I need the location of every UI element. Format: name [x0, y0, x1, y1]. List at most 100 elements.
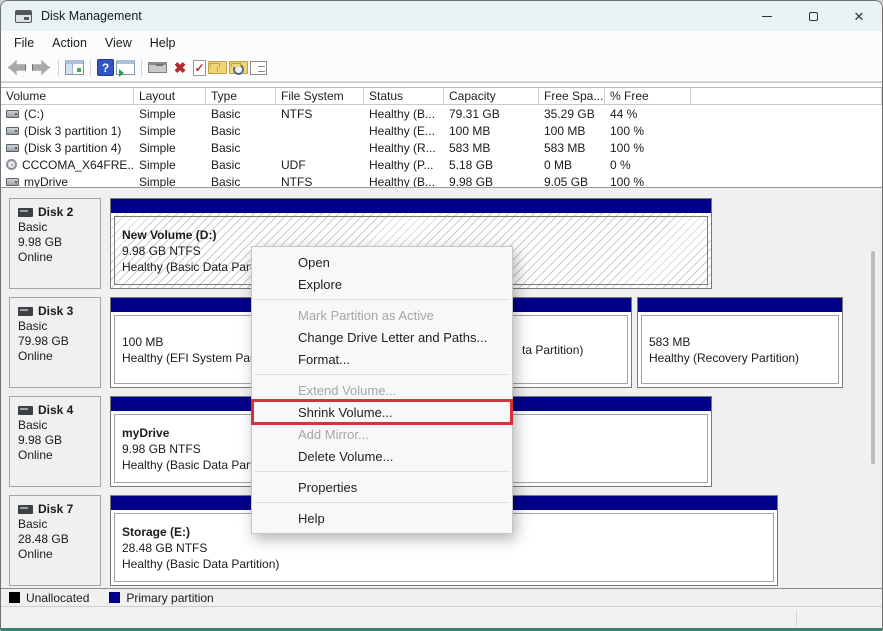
- disk-label-card[interactable]: Disk 3Basic79.98 GBOnline: [9, 297, 101, 388]
- action-pane-icon[interactable]: [116, 60, 135, 75]
- partition-label: 583 MBHealthy (Recovery Partition): [641, 315, 839, 384]
- table-row[interactable]: CCCOMA_X64FRE...SimpleBasicUDFHealthy (P…: [1, 156, 882, 173]
- partition-label-line: ta Partition): [522, 342, 627, 358]
- menu-item-delete-volume[interactable]: Delete Volume...: [252, 445, 512, 467]
- vertical-scrollbar-thumb[interactable]: [871, 251, 875, 464]
- partition[interactable]: 583 MBHealthy (Recovery Partition): [637, 297, 843, 388]
- drive-icon: [6, 178, 19, 186]
- menu-separator: [254, 471, 510, 472]
- cell-status: Healthy (B...: [364, 107, 444, 121]
- menu-file[interactable]: File: [5, 33, 43, 53]
- cell-volume: (Disk 3 partition 4): [1, 141, 134, 155]
- menu-action[interactable]: Action: [43, 33, 96, 53]
- disk-name: Disk 7: [18, 502, 100, 517]
- cell-free: 100 MB: [539, 124, 605, 138]
- menu-view[interactable]: View: [96, 33, 141, 53]
- volume-name: CCCOMA_X64FRE...: [22, 158, 134, 172]
- table-row[interactable]: myDriveSimpleBasicNTFSHealthy (B...9.98 …: [1, 173, 882, 187]
- column-header-type[interactable]: Type: [206, 88, 276, 104]
- disk-management-window: Disk Management ✕ FileActionViewHelp ?✖✓…: [0, 0, 883, 631]
- table-row[interactable]: (C:)SimpleBasicNTFSHealthy (B...79.31 GB…: [1, 105, 882, 122]
- minimize-icon: [762, 16, 772, 17]
- volume-name: myDrive: [24, 175, 68, 188]
- cell-status: Healthy (R...: [364, 141, 444, 155]
- cell-type: Basic: [206, 141, 276, 155]
- column-header-layout[interactable]: Layout: [134, 88, 206, 104]
- cell-fs: NTFS: [276, 107, 364, 121]
- minimize-button[interactable]: [744, 1, 790, 31]
- menu-separator: [254, 299, 510, 300]
- column-header-file-system[interactable]: File System: [276, 88, 364, 104]
- disk-icon: [18, 406, 33, 415]
- cell-pct: 100 %: [605, 124, 691, 138]
- menu-separator: [254, 374, 510, 375]
- context-menu: OpenExploreMark Partition as ActiveChang…: [251, 246, 513, 534]
- primary-partition-swatch: [109, 592, 120, 603]
- status-bar: [1, 606, 882, 629]
- cell-volume: myDrive: [1, 175, 134, 188]
- column-header-volume[interactable]: Volume: [1, 88, 134, 104]
- cell-pct: 100 %: [605, 141, 691, 155]
- disk-type: Basic: [18, 418, 100, 433]
- menu-item-extend-volume: Extend Volume...: [252, 379, 512, 401]
- column-header--free[interactable]: % Free: [605, 88, 691, 104]
- cell-volume: (Disk 3 partition 1): [1, 124, 134, 138]
- menu-item-help[interactable]: Help: [252, 507, 512, 529]
- menu-item-properties[interactable]: Properties: [252, 476, 512, 498]
- table-row[interactable]: (Disk 3 partition 1)SimpleBasicHealthy (…: [1, 122, 882, 139]
- close-button[interactable]: ✕: [836, 1, 882, 31]
- folder-search-icon[interactable]: [229, 61, 248, 74]
- checklist-icon[interactable]: [250, 61, 267, 75]
- folder-up-icon[interactable]: ↑: [208, 61, 227, 74]
- maximize-button[interactable]: [790, 1, 836, 31]
- disk-label-card[interactable]: Disk 2Basic9.98 GBOnline: [9, 198, 101, 289]
- primary-partition-label: Primary partition: [126, 591, 213, 605]
- column-header-capacity[interactable]: Capacity: [444, 88, 539, 104]
- disk-name: Disk 3: [18, 304, 100, 319]
- disk-type: Basic: [18, 517, 100, 532]
- menu-separator: [254, 502, 510, 503]
- menu-help[interactable]: Help: [141, 33, 185, 53]
- cell-status: Healthy (E...: [364, 124, 444, 138]
- menu-item-shrink-volume[interactable]: Shrink Volume...: [252, 401, 512, 423]
- unallocated-label: Unallocated: [26, 591, 89, 605]
- menu-item-add-mirror: Add Mirror...: [252, 423, 512, 445]
- console-tree-icon[interactable]: [65, 60, 84, 75]
- cell-free: 35.29 GB: [539, 107, 605, 121]
- menu-item-change-drive-letter-and-paths[interactable]: Change Drive Letter and Paths...: [252, 326, 512, 348]
- disc-icon: [6, 159, 17, 170]
- cell-pct: 100 %: [605, 175, 691, 188]
- disk-status: Online: [18, 250, 100, 265]
- disk-label-card[interactable]: Disk 4Basic9.98 GBOnline: [9, 396, 101, 487]
- disk-label-card[interactable]: Disk 7Basic28.48 GBOnline: [9, 495, 101, 586]
- disk-status: Online: [18, 448, 100, 463]
- disk-name-text: Disk 4: [38, 403, 73, 418]
- table-row[interactable]: (Disk 3 partition 4) SimpleBasic Healthy (…: [1, 139, 882, 156]
- menu-item-format[interactable]: Format...: [252, 348, 512, 370]
- menu-item-open[interactable]: Open: [252, 251, 512, 273]
- volume-name: (Disk 3 partition 4): [24, 141, 121, 155]
- delete-icon[interactable]: ✖: [169, 58, 191, 78]
- cell-status: Healthy (B...: [364, 175, 444, 188]
- cell-free: 9.05 GB: [539, 175, 605, 188]
- disk-management-app-icon: [15, 10, 32, 23]
- disk-name: Disk 2: [18, 205, 100, 220]
- title-bar: Disk Management ✕: [1, 1, 882, 31]
- forward-icon[interactable]: [30, 58, 52, 78]
- menu-bar: FileActionViewHelp: [1, 31, 882, 54]
- volume-list: VolumeLayoutTypeFile SystemStatusCapacit…: [1, 82, 882, 187]
- volume-list-header: VolumeLayoutTypeFile SystemStatusCapacit…: [1, 87, 882, 105]
- back-icon[interactable]: [6, 58, 28, 78]
- cell-type: Basic: [206, 107, 276, 121]
- properties-check-icon[interactable]: ✓: [193, 60, 206, 76]
- drive-icon: [6, 110, 19, 118]
- disk-size: 9.98 GB: [18, 433, 100, 448]
- console-icon[interactable]: [148, 62, 167, 73]
- menu-item-explore[interactable]: Explore: [252, 273, 512, 295]
- help-icon[interactable]: ?: [97, 59, 114, 76]
- column-header-status[interactable]: Status: [364, 88, 444, 104]
- cell-layout: Simple: [134, 107, 206, 121]
- window-title: Disk Management: [41, 9, 142, 23]
- cell-layout: Simple: [134, 141, 206, 155]
- column-header-free-spa-[interactable]: Free Spa...: [539, 88, 605, 104]
